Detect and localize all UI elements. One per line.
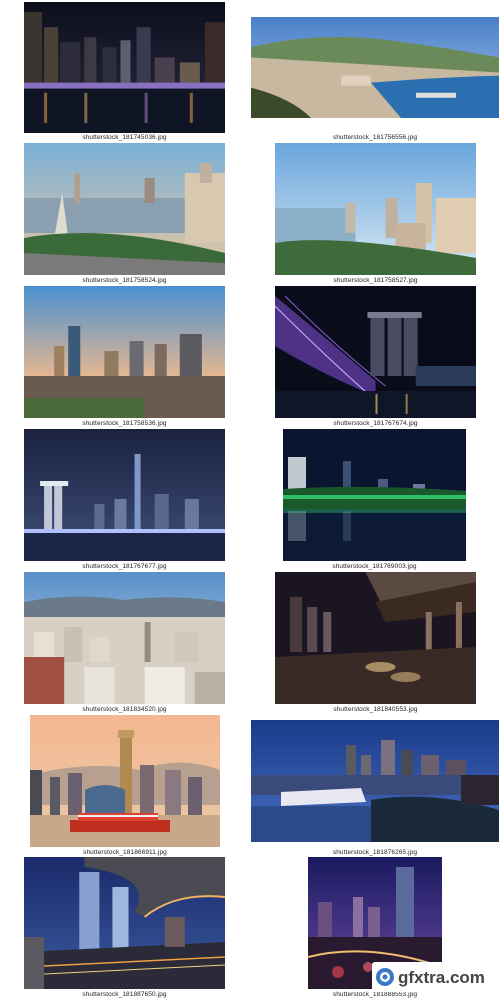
photo-marina-bay-night[interactable] [24, 429, 225, 561]
photo-caption: shutterstock_181767674.jpg [333, 420, 418, 427]
photo-caption: shutterstock_181888553.jpg [332, 991, 418, 998]
photo-caption: shutterstock_181758527.jpg [333, 277, 418, 284]
watermark-logo: gfxtra.com [372, 962, 492, 992]
photo-caption: shutterstock_181876265.jpg [332, 849, 418, 856]
photo-riverside-monument-city[interactable] [24, 143, 225, 275]
photo-caption: shutterstock_181745036.jpg [82, 134, 167, 141]
photo-caption: shutterstock_181834520.jpg [82, 706, 167, 713]
photo-caption: shutterstock_181866911.jpg [83, 849, 167, 856]
photo-caption: shutterstock_181840553.jpg [333, 706, 418, 713]
photo-caption: shutterstock_181767677.jpg [82, 563, 167, 570]
photo-caption: shutterstock_181769003.jpg [332, 563, 417, 570]
watermark-text: gfxtra.com [398, 968, 485, 987]
photo-coastal-city-bay[interactable] [275, 143, 476, 275]
photo-caption: shutterstock_181887650.jpg [82, 991, 167, 998]
photo-caption: shutterstock_181756556.jpg [332, 134, 418, 141]
contact-sheet: shutterstock_181745036.jpg shutterstock_… [0, 0, 500, 1000]
photo-sunset-city-towers[interactable] [24, 286, 225, 418]
photo-overpass-night-towers[interactable] [24, 857, 225, 989]
photo-caption: shutterstock_181758524.jpg [82, 277, 167, 284]
photo-night-walkway[interactable] [275, 572, 476, 704]
photo-coastal-harbor-town[interactable] [251, 17, 499, 118]
photo-night-skyline-waterfront[interactable] [24, 2, 225, 133]
photo-harbor-ferry-sunset[interactable] [30, 715, 220, 847]
photo-cruise-ship-harbor-dusk[interactable] [251, 720, 499, 842]
gfxtra-logo-icon: gfxtra.com [376, 968, 485, 987]
photo-dense-city-panorama[interactable] [24, 572, 225, 704]
photo-night-park-reflection[interactable] [283, 429, 466, 561]
photo-caption: shutterstock_181758536.jpg [82, 420, 167, 427]
photo-helix-bridge-marina[interactable] [275, 286, 476, 418]
